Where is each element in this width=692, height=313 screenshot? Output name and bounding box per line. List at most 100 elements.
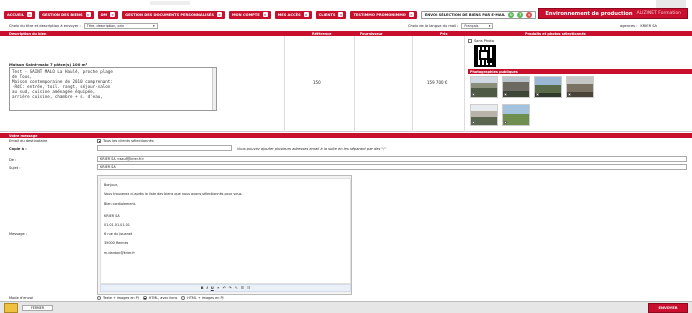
tab-label: GESTION DES BIENS <box>42 12 83 17</box>
chevron-down-icon: ▾ <box>488 24 491 28</box>
all-clients-option[interactable]: Tous les clients sélectionnés <box>97 139 154 143</box>
send-button[interactable]: ENVOYER <box>648 303 688 313</box>
language-choice: Choix de la langue du mail : Français ▾ <box>408 22 494 30</box>
close-icon[interactable]: × <box>526 11 533 18</box>
bold-icon[interactable]: B <box>201 286 204 290</box>
property-photo[interactable] <box>470 104 498 126</box>
tab-label: ENVOI SÉLECTION DE BIENS PAR E-MAIL <box>424 12 506 17</box>
mode-option-label: HTML + images en PJ <box>187 296 224 300</box>
all-clients-label: Tous les clients sélectionnés <box>103 139 154 143</box>
col-produits: Produits et photos sélectionnés <box>525 31 586 36</box>
mode-label: Mode d'envoi <box>9 296 34 300</box>
photo-checkbox[interactable] <box>568 93 571 96</box>
photo-checkbox[interactable] <box>536 93 539 96</box>
tab-accueil[interactable]: ACCUEIL × <box>4 10 36 19</box>
tab-label: MON COMPTE <box>231 12 260 17</box>
property-price: 159 700 € <box>427 80 448 85</box>
close-icon[interactable]: × <box>262 12 268 17</box>
sans-photo-label: Sans Photo <box>474 39 495 43</box>
brush-icon[interactable]: ✎ <box>235 286 238 290</box>
mode-radio-html-links[interactable] <box>142 296 147 300</box>
sans-photo-option[interactable]: Sans Photo <box>468 39 494 43</box>
divider <box>412 36 413 132</box>
divider <box>464 36 465 132</box>
tab-gestion-biens[interactable]: GESTION DES BIENS × <box>39 10 94 19</box>
tab-envoi-selection[interactable]: ENVOI SÉLECTION DE BIENS PAR E-MAIL ↻? × <box>420 10 537 19</box>
title-choice: Choix du titre et description à envoyer … <box>9 22 158 30</box>
signature-email: m.dardon@krier.fr <box>104 250 135 255</box>
tab-mon-compte[interactable]: MON COMPTE × <box>228 10 271 19</box>
divider <box>284 36 285 132</box>
photo-checkbox[interactable] <box>504 93 507 96</box>
close-icon[interactable]: × <box>408 12 414 17</box>
photo-checkbox[interactable] <box>472 93 475 96</box>
mode-option-label: Texte + images en PJ <box>103 296 139 300</box>
mode-option-label: HTML, avec liens <box>148 296 178 300</box>
body-line: Vous trouverez ci-après la liste des bie… <box>104 192 243 197</box>
close-icon[interactable]: × <box>338 12 344 17</box>
photo-checkbox[interactable] <box>472 121 475 124</box>
tab-label: ACCUEIL <box>7 12 25 17</box>
close-icon[interactable]: × <box>216 12 222 17</box>
property-photo[interactable] <box>566 76 594 98</box>
subject-input[interactable]: KRIER SA <box>97 164 687 170</box>
agency-label: agences : <box>620 24 638 28</box>
bullet-list-icon[interactable]: ☷ <box>247 286 250 290</box>
signature-phone: 01.01.01.01.01 <box>104 222 130 227</box>
refresh-icon[interactable]: ↻ <box>508 11 515 18</box>
mode-radio-html-images[interactable] <box>181 296 186 300</box>
link-icon[interactable]: ⚭ <box>217 286 220 290</box>
tab-documents[interactable]: GESTION DES DOCUMENTS PERSONNALISÉS × <box>122 10 225 19</box>
tab-clients[interactable]: CLIENTS × <box>315 10 347 19</box>
title-choice-select[interactable]: Titre, description, prix ▾ <box>83 23 158 29</box>
close-icon[interactable]: × <box>110 12 116 17</box>
help-icon[interactable]: ? <box>517 11 524 18</box>
environment-banner: Environnement de production ALIZINET For… <box>538 8 688 19</box>
undo-icon[interactable]: ↶ <box>223 286 226 290</box>
tab-dm[interactable]: DM × <box>97 10 119 19</box>
photo-checkbox[interactable] <box>504 121 507 124</box>
col-description: Description du bien <box>9 31 47 36</box>
tab-testimmo[interactable]: TESTIMMO PROMONIMMO × <box>350 10 417 19</box>
close-button[interactable]: FERMER <box>22 305 54 311</box>
all-clients-checkbox[interactable] <box>97 139 101 143</box>
copy-hint: Vous pouvez ajouter plusieurs adresses e… <box>237 146 387 151</box>
language-select[interactable]: Français ▾ <box>461 23 494 29</box>
close-icon[interactable]: × <box>85 12 91 17</box>
close-icon[interactable]: × <box>27 12 33 17</box>
language-choice-label: Choix de la langue du mail : <box>408 24 459 28</box>
col-prix: Prix <box>440 31 448 36</box>
italic-icon[interactable]: I <box>206 286 207 290</box>
agency-choice: agences : KRIER SA <box>620 22 657 30</box>
property-photo[interactable] <box>502 104 530 126</box>
body-greeting: Bonjour, <box>104 183 119 187</box>
col-fournisseur: Fournisseur <box>360 31 383 36</box>
mode-radio-text[interactable] <box>97 296 101 300</box>
redo-icon[interactable]: ↷ <box>229 286 232 290</box>
message-editor[interactable]: Bonjour, Vous trouverez ci-après la list… <box>97 175 352 295</box>
subject-label: Sujet : <box>9 165 21 170</box>
sans-photo-checkbox[interactable] <box>468 39 472 43</box>
copy-input[interactable] <box>97 145 232 151</box>
language-value: Français <box>464 24 479 28</box>
property-photo[interactable] <box>470 76 498 98</box>
from-label: De : <box>9 157 17 162</box>
property-photo[interactable] <box>502 76 530 98</box>
environment-user: ALIZINET Formation <box>636 11 681 16</box>
ordered-list-icon[interactable]: ☰ <box>241 286 244 290</box>
tab-mes-acces[interactable]: MES ACCÈS × <box>274 10 312 19</box>
underline-icon[interactable]: U <box>211 286 214 290</box>
property-description[interactable]: Test - SAINT MALO La Haulé, proche plage… <box>9 67 217 111</box>
recipient-label: Email du destinataire <box>9 139 48 143</box>
title-choice-label: Choix du titre et description à envoyer … <box>9 24 81 28</box>
body-closing: Bien cordialement. <box>104 201 136 206</box>
home-icon[interactable] <box>4 303 18 313</box>
close-icon[interactable]: × <box>303 12 309 17</box>
from-row: De : KRIER SA <sauf@krier.fr> <box>0 156 692 163</box>
scrollbar[interactable] <box>212 68 216 110</box>
top-strip-corner <box>656 0 686 8</box>
photos-header: Photographies publiques <box>468 69 692 74</box>
message-body[interactable]: Bonjour, Vous trouverez ci-après la list… <box>100 178 351 284</box>
from-input[interactable]: KRIER SA <sauf@krier.fr> <box>97 156 687 162</box>
property-photo[interactable] <box>534 76 562 98</box>
